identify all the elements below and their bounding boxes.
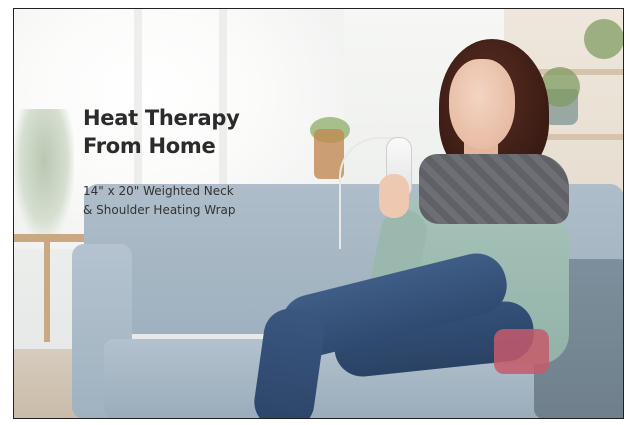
plant-leaves xyxy=(584,19,623,59)
subheadline-line: 14" x 20" Weighted Neck xyxy=(83,184,234,198)
throw-pillow xyxy=(494,329,549,374)
woman-hand xyxy=(379,174,409,218)
subheadline-line: & Shoulder Heating Wrap xyxy=(83,203,236,217)
headline-line: From Home xyxy=(83,134,216,158)
table-leg xyxy=(44,242,50,342)
heating-wrap xyxy=(419,154,569,224)
woman-face xyxy=(449,59,515,149)
banner-subheadline: 14" x 20" Weighted Neck & Shoulder Heati… xyxy=(83,182,273,220)
headline-line: Heat Therapy xyxy=(83,106,240,130)
banner-headline: Heat Therapy From Home xyxy=(83,104,240,160)
background-plant xyxy=(14,109,74,239)
